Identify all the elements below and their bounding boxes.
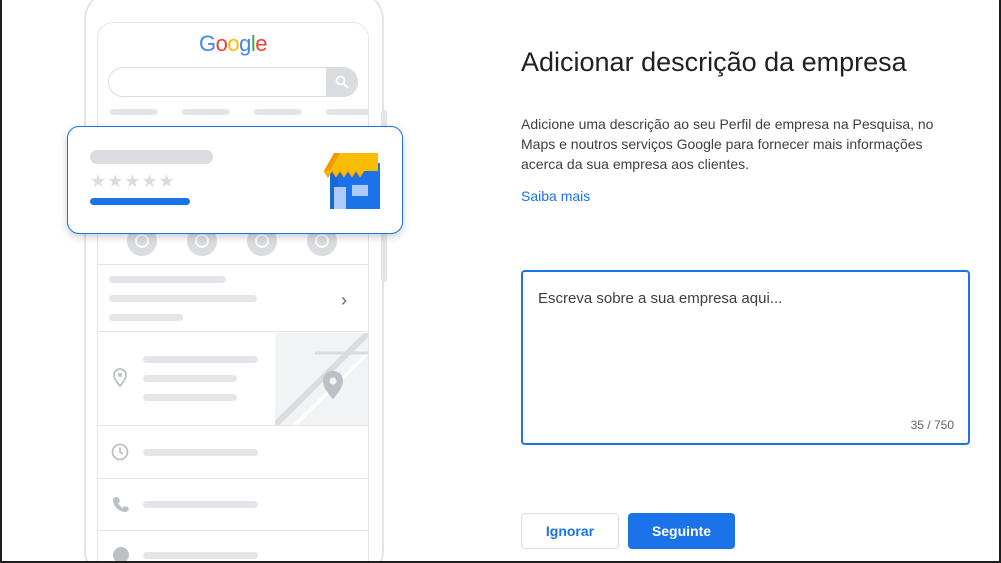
- business-name-placeholder: [90, 150, 213, 164]
- google-business-illustration: Google › ★★★★★: [0, 0, 420, 563]
- globe-icon: [113, 547, 129, 563]
- text-placeholder: [143, 356, 258, 363]
- skip-button[interactable]: Ignorar: [521, 513, 619, 549]
- location-pin-icon: [113, 368, 127, 388]
- chevron-right-icon: ›: [341, 290, 347, 310]
- text-placeholder: [109, 314, 183, 321]
- search-button-illustration: [326, 67, 358, 97]
- divider: [98, 264, 368, 265]
- divider: [98, 331, 368, 332]
- map-thumbnail: [275, 333, 368, 425]
- phone-screen: Google: [97, 22, 369, 563]
- business-description-textarea[interactable]: Escreva sobre a sua empresa aqui... 35 /…: [521, 270, 970, 445]
- clock-icon: [111, 443, 129, 461]
- chip-placeholder: [110, 109, 158, 115]
- text-placeholder: [143, 375, 237, 382]
- phone-icon: [113, 497, 129, 512]
- google-logo: Google: [198, 31, 268, 56]
- text-placeholder: [109, 295, 257, 302]
- text-placeholder: [143, 552, 258, 559]
- character-counter: 35 / 750: [910, 418, 954, 432]
- text-placeholder: [109, 276, 226, 283]
- learn-more-link[interactable]: Saiba mais: [521, 188, 590, 204]
- divider: [98, 478, 368, 479]
- page-description: Adicione uma descrição ao seu Perfil de …: [521, 116, 934, 172]
- text-placeholder: [143, 394, 237, 401]
- textarea-placeholder: Escreva sobre a sua empresa aqui...: [538, 290, 783, 307]
- chip-placeholder: [326, 109, 368, 115]
- rating-stars: ★★★★★: [90, 171, 176, 191]
- chip-placeholder: [254, 109, 302, 115]
- divider: [98, 425, 368, 426]
- text-placeholder: [143, 449, 258, 456]
- search-bar-illustration: [108, 67, 358, 97]
- text-placeholder: [143, 501, 258, 508]
- tab-chips-illustration: [108, 109, 368, 115]
- next-button[interactable]: Seguinte: [628, 513, 735, 549]
- business-card-illustration: ★★★★★: [67, 126, 403, 234]
- search-icon: [335, 75, 349, 89]
- chip-placeholder: [182, 109, 230, 115]
- page-title: Adicionar descrição da empresa: [521, 47, 907, 77]
- storefront-icon: [323, 153, 380, 209]
- divider: [98, 530, 368, 531]
- highlight-bar: [90, 198, 190, 205]
